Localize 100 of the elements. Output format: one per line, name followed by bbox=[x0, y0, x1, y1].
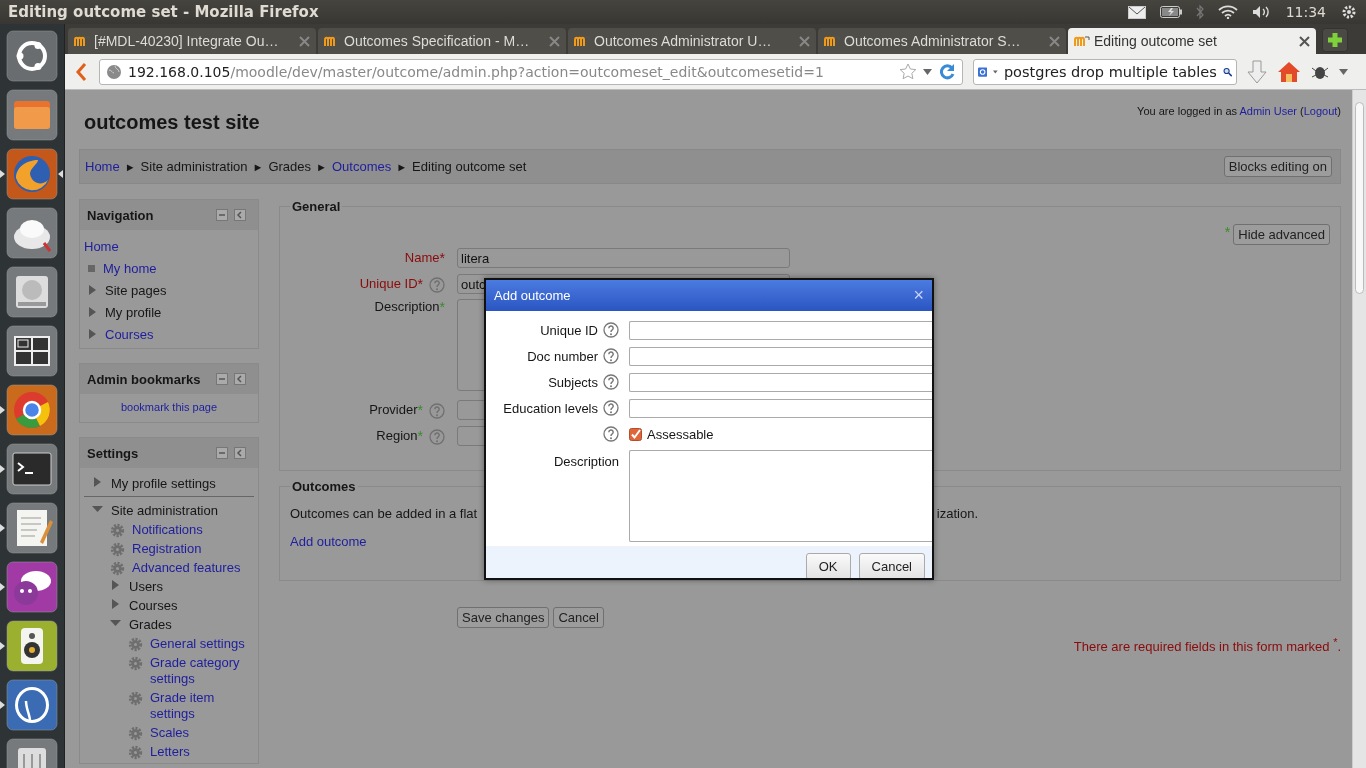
expanded-arrow-icon[interactable] bbox=[92, 504, 103, 514]
breadcrumb-separator: ► bbox=[396, 160, 408, 173]
text-field[interactable] bbox=[629, 398, 932, 418]
search-field[interactable]: postgres drop multiple tables bbox=[973, 58, 1237, 85]
address-bar[interactable]: 192.168.0.105/moodle/dev/master/outcome/admin.php?action=outcomeset_edit&outcomesetid=1 bbox=[99, 58, 963, 85]
settings-link[interactable]: Grade category settings bbox=[150, 655, 254, 687]
navigation-link[interactable]: My home bbox=[103, 260, 157, 276]
text-field[interactable] bbox=[629, 372, 932, 392]
home-icon[interactable] bbox=[1277, 60, 1301, 83]
description-field[interactable] bbox=[629, 450, 932, 542]
settings-item[interactable]: Site administration bbox=[111, 503, 218, 519]
close-icon[interactable] bbox=[1299, 35, 1310, 47]
collapsed-arrow-icon[interactable] bbox=[110, 580, 121, 590]
circle-logo-icon[interactable] bbox=[6, 30, 58, 82]
terminal-icon[interactable] bbox=[6, 443, 58, 495]
collapsed-arrow-icon[interactable] bbox=[110, 599, 121, 609]
dock-icon[interactable] bbox=[234, 209, 246, 221]
breadcrumb-link[interactable]: Home bbox=[85, 159, 120, 174]
form-button[interactable]: Cancel bbox=[553, 607, 604, 628]
dropdown-caret-icon[interactable] bbox=[923, 68, 932, 75]
workspaces-icon[interactable] bbox=[6, 325, 58, 377]
notepad-icon[interactable] bbox=[6, 502, 58, 554]
collapsed-arrow-icon[interactable] bbox=[92, 477, 103, 487]
dialog-button[interactable]: Cancel bbox=[858, 553, 925, 578]
collapsed-arrow-icon[interactable] bbox=[88, 285, 97, 295]
navigation-link[interactable]: Home bbox=[84, 238, 119, 254]
help-icon[interactable] bbox=[603, 426, 619, 442]
field-label: Description bbox=[374, 299, 440, 314]
browser-tab[interactable]: Outcomes Specification - M… bbox=[318, 28, 566, 54]
help-icon[interactable] bbox=[603, 322, 619, 338]
settings-item[interactable]: Users bbox=[129, 579, 163, 595]
help-icon[interactable] bbox=[603, 348, 619, 364]
browser-tab[interactable]: Editing outcome set bbox=[1068, 28, 1316, 54]
text-field[interactable]: litera bbox=[457, 248, 790, 268]
site-name: outcomes test site bbox=[84, 111, 260, 134]
browser-tab[interactable]: [#MDL-40230] Integrate Ou… bbox=[68, 28, 316, 54]
dock-icon[interactable] bbox=[234, 447, 246, 459]
blocks-editing-button[interactable]: Blocks editing on bbox=[1223, 156, 1332, 177]
minimize-icon[interactable] bbox=[216, 373, 228, 385]
chat-icon[interactable] bbox=[6, 561, 58, 613]
settings-link[interactable]: General settings bbox=[150, 636, 245, 652]
help-icon[interactable] bbox=[603, 374, 619, 390]
scrollbar[interactable] bbox=[1352, 90, 1366, 768]
wifi-icon[interactable] bbox=[1217, 5, 1238, 19]
settings-link[interactable]: Grade item settings bbox=[150, 690, 254, 722]
browser-tab[interactable]: Outcomes Administrator U… bbox=[568, 28, 816, 54]
browser-tab[interactable]: Outcomes Administrator S… bbox=[818, 28, 1066, 54]
globe-icon bbox=[106, 63, 122, 80]
settings-item[interactable]: My profile settings bbox=[111, 476, 216, 492]
settings-link[interactable]: Notifications bbox=[132, 522, 203, 538]
volume-icon[interactable] bbox=[1251, 5, 1272, 19]
folder-icon[interactable] bbox=[6, 89, 58, 141]
logout-link[interactable]: Logout bbox=[1303, 105, 1338, 117]
star-icon[interactable] bbox=[899, 63, 917, 80]
help-icon[interactable] bbox=[603, 400, 619, 416]
settings-link[interactable]: Scales bbox=[150, 725, 190, 741]
download-arrow-icon[interactable] bbox=[1247, 59, 1267, 84]
bullet-icon bbox=[88, 264, 95, 272]
settings-link[interactable]: Registration bbox=[132, 541, 202, 557]
dock-icon[interactable] bbox=[234, 373, 246, 385]
user-link[interactable]: Admin User bbox=[1239, 105, 1297, 117]
power-icon[interactable] bbox=[1340, 3, 1358, 21]
navigation-item[interactable]: Site pages bbox=[105, 282, 167, 298]
bluetooth-icon[interactable] bbox=[1195, 4, 1204, 20]
text-field[interactable] bbox=[629, 320, 932, 340]
globe-icon[interactable] bbox=[6, 148, 58, 200]
checkbox[interactable] bbox=[629, 427, 642, 441]
new-tab-icon[interactable] bbox=[1322, 28, 1348, 52]
hide-advanced-button[interactable]: Hide advanced bbox=[1233, 224, 1330, 245]
color-wheel-icon[interactable] bbox=[6, 384, 58, 436]
battery-icon[interactable] bbox=[1159, 6, 1182, 18]
clock[interactable]: 11:34 bbox=[1285, 4, 1326, 20]
required-mark: * bbox=[417, 275, 423, 292]
settings-link[interactable]: Letters bbox=[150, 744, 190, 760]
navigation-item[interactable]: My profile bbox=[105, 304, 162, 320]
mail-icon[interactable] bbox=[1127, 5, 1146, 19]
minimize-icon[interactable] bbox=[216, 209, 228, 221]
settings-link[interactable]: Advanced features bbox=[132, 560, 241, 576]
minimize-icon[interactable] bbox=[216, 447, 228, 459]
field-label: Education levels bbox=[503, 400, 598, 416]
settings-item[interactable]: Grades bbox=[129, 617, 172, 633]
dropdown-caret-icon[interactable] bbox=[993, 68, 998, 75]
section-legend: Outcomes bbox=[290, 479, 358, 494]
add-outcome-link[interactable]: Add outcome bbox=[290, 534, 367, 549]
bookmark-link[interactable]: bookmark this page bbox=[121, 401, 217, 413]
reload-icon[interactable] bbox=[938, 62, 956, 81]
field-label: Provider bbox=[369, 401, 418, 417]
window-title: Editing outcome set - Mozilla Firefox bbox=[8, 3, 319, 21]
expanded-arrow-icon[interactable] bbox=[110, 618, 121, 628]
breadcrumb-link[interactable]: Outcomes bbox=[331, 159, 392, 174]
close-button[interactable]: × bbox=[913, 285, 924, 306]
form-button[interactable]: Save changes bbox=[457, 607, 550, 628]
settings-item[interactable]: Courses bbox=[129, 598, 178, 614]
speaker-icon[interactable] bbox=[6, 620, 58, 672]
dialog-button[interactable]: OK bbox=[805, 553, 851, 578]
collapsed-arrow-icon[interactable] bbox=[88, 307, 97, 317]
text-field[interactable] bbox=[629, 346, 932, 366]
dropdown-caret-icon[interactable] bbox=[1339, 68, 1348, 75]
collapsed-arrow-icon[interactable] bbox=[88, 329, 97, 339]
navigation-link[interactable]: Courses bbox=[105, 326, 154, 342]
